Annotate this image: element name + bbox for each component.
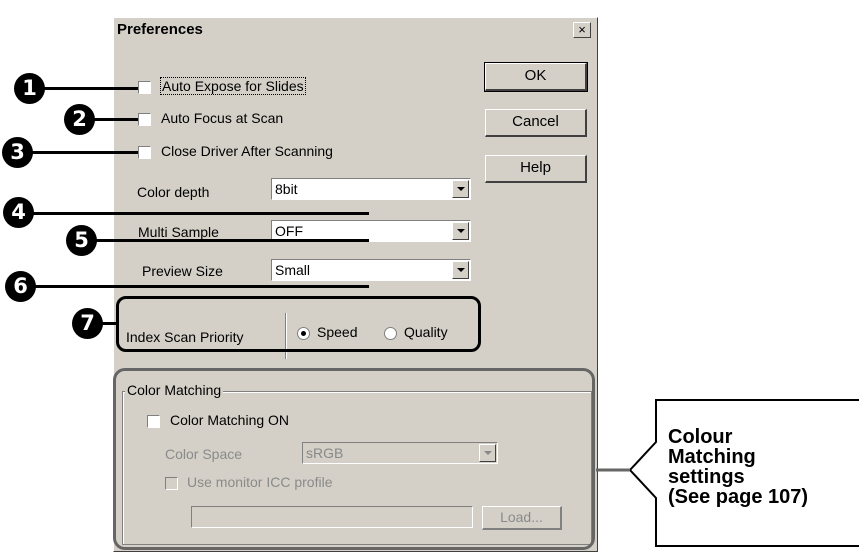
- preview-size-label: Preview Size: [142, 263, 223, 279]
- annotation-line: settings: [668, 466, 745, 488]
- callout-2: 2: [64, 104, 95, 135]
- annotation-line: Colour: [668, 426, 733, 448]
- callout-5: 5: [66, 225, 97, 256]
- multi-sample-value: OFF: [275, 223, 303, 239]
- callout-6: 6: [5, 271, 36, 302]
- annotation-line: (See page 107): [668, 486, 809, 508]
- color-depth-value: 8bit: [275, 181, 298, 197]
- multi-sample-label: Multi Sample: [138, 224, 219, 240]
- callout-leader: [40, 87, 138, 90]
- callout-3: 3: [2, 137, 33, 168]
- chevron-down-icon[interactable]: [452, 261, 469, 279]
- cancel-button[interactable]: Cancel: [485, 109, 587, 137]
- close-driver-label: Close Driver After Scanning: [161, 143, 333, 159]
- annotation-line: Matching: [668, 446, 756, 468]
- annotation-text: Colour Matching settings (See page 107): [668, 427, 808, 507]
- auto-expose-label: Auto Expose for Slides: [160, 77, 306, 95]
- callout-4: 4: [3, 197, 34, 228]
- color-matching-highlight: [113, 368, 595, 550]
- callout-leader: [92, 239, 369, 242]
- chevron-down-icon[interactable]: [452, 222, 469, 240]
- callout-leader: [88, 118, 138, 121]
- chevron-down-icon[interactable]: [452, 180, 469, 198]
- auto-focus-label: Auto Focus at Scan: [161, 110, 284, 126]
- callout-leader: [32, 285, 369, 288]
- callout-1: 1: [14, 73, 45, 104]
- preview-size-select[interactable]: Small: [271, 259, 471, 281]
- auto-expose-checkbox[interactable]: [138, 81, 151, 94]
- auto-focus-checkbox[interactable]: [138, 113, 151, 126]
- close-driver-checkbox[interactable]: [138, 146, 151, 159]
- help-button[interactable]: Help: [485, 155, 587, 183]
- callout-leader: [28, 151, 138, 154]
- preview-size-value: Small: [275, 262, 311, 278]
- title-bar: Preferences ×: [114, 18, 597, 42]
- callout-7: 7: [72, 308, 103, 339]
- color-depth-select[interactable]: 8bit: [271, 178, 471, 200]
- index-scan-highlight: [116, 296, 481, 352]
- dialog-title: Preferences: [117, 21, 203, 38]
- close-button[interactable]: ×: [573, 22, 591, 38]
- ok-button[interactable]: OK: [484, 62, 588, 92]
- color-depth-label: Color depth: [137, 184, 210, 200]
- callout-leader: [30, 212, 369, 215]
